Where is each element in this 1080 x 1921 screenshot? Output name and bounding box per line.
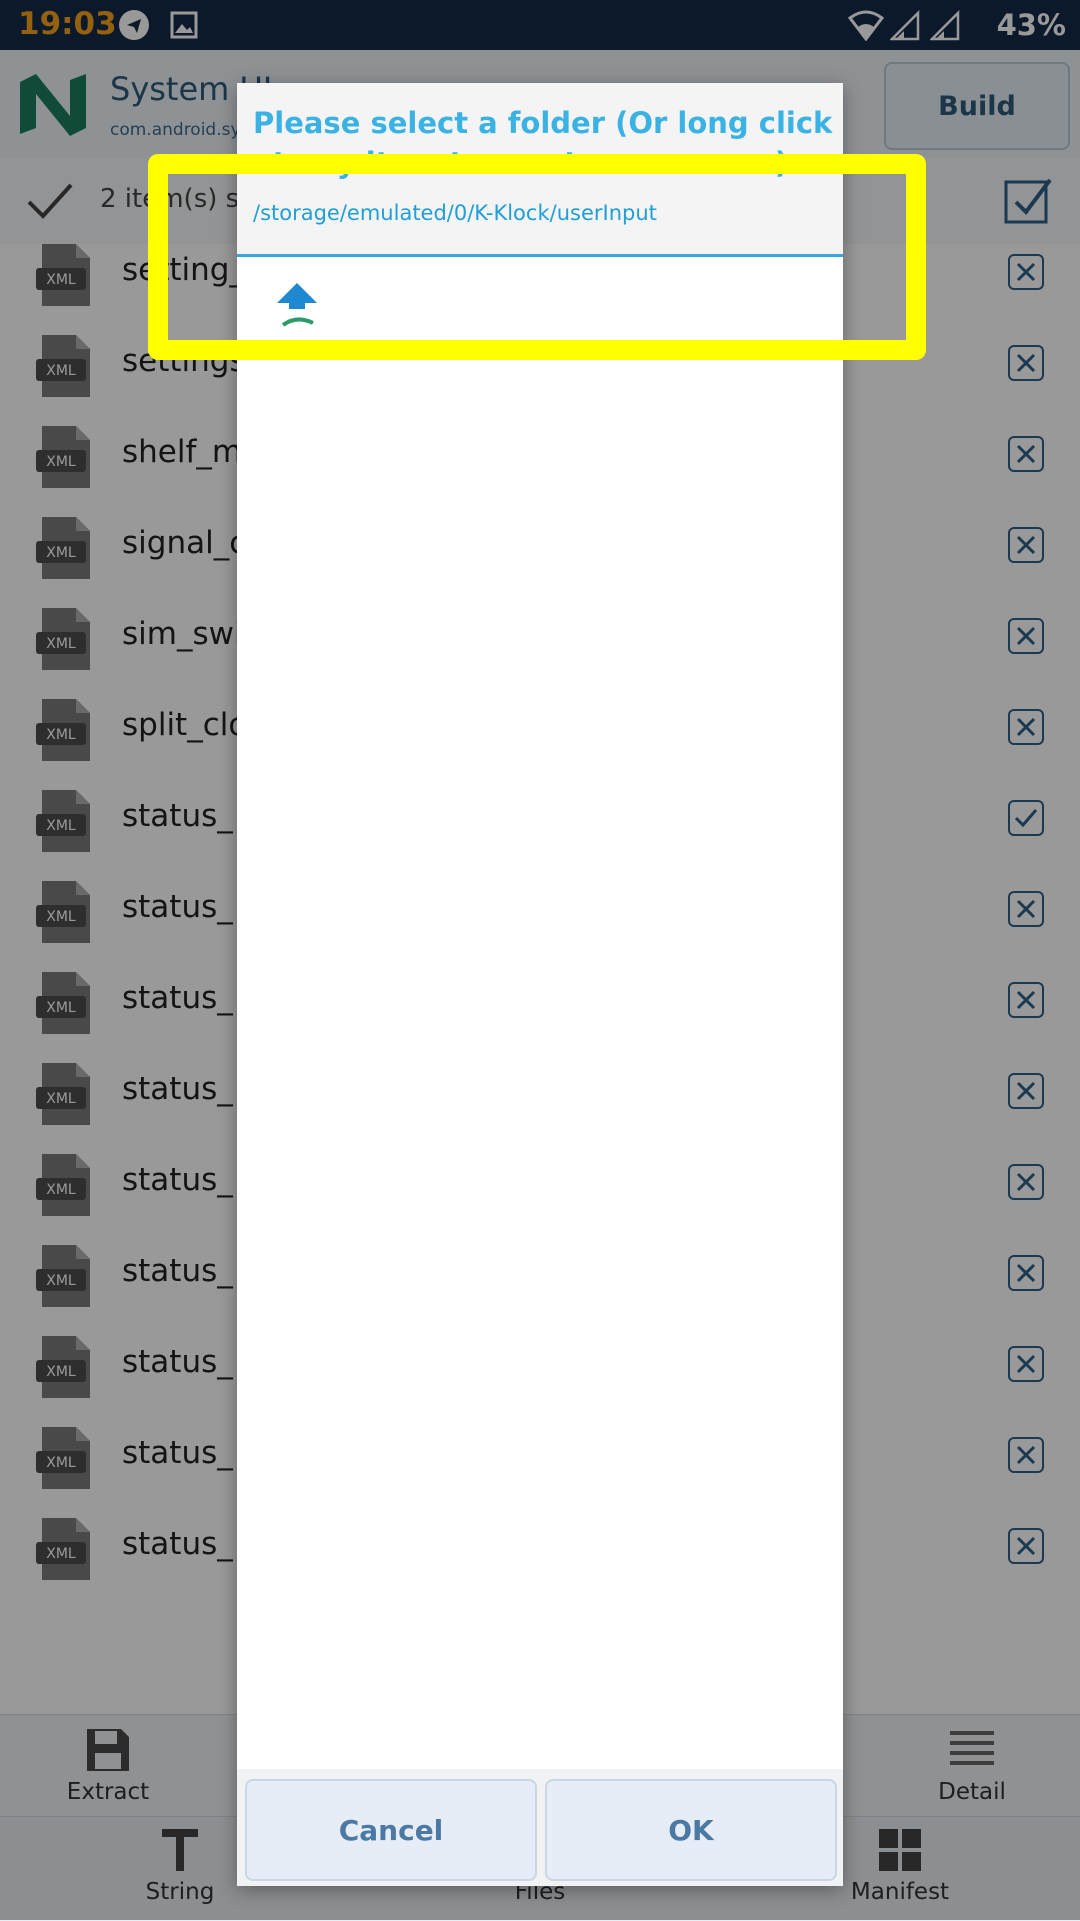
highlight-box <box>148 154 926 360</box>
cancel-button[interactable]: Cancel <box>245 1779 537 1881</box>
dialog-footer: Cancel OK <box>237 1769 843 1886</box>
ok-button[interactable]: OK <box>545 1779 837 1881</box>
